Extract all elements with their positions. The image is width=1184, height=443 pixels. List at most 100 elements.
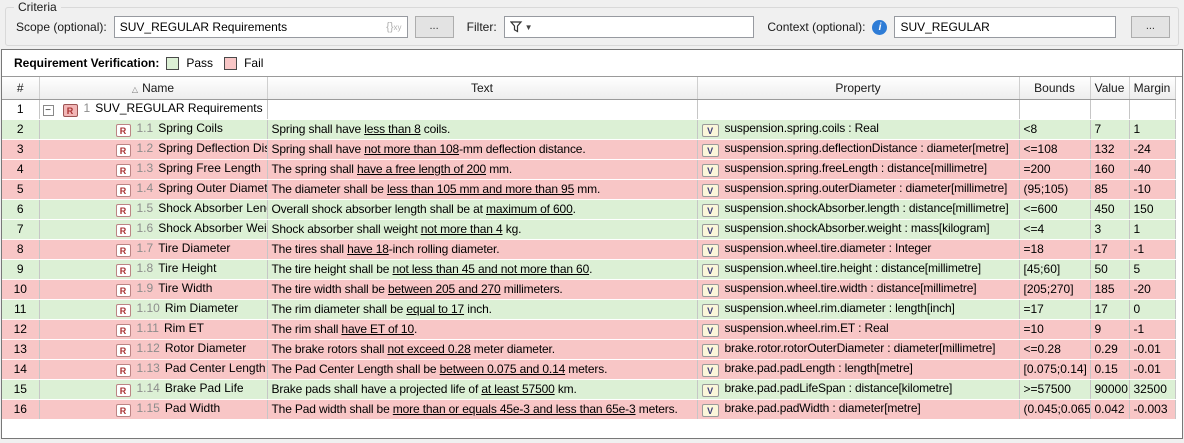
requirements-table: # △Name Text Property Bounds Value Margi… bbox=[2, 77, 1176, 420]
requirement-text: Spring shall have bbox=[272, 122, 365, 136]
requirement-text: meter diameter. bbox=[471, 342, 555, 356]
requirement-icon: R bbox=[116, 224, 131, 237]
requirement-row[interactable]: 7R1.6Shock Absorber WeightShock absorber… bbox=[2, 219, 1175, 239]
row-number: 10 bbox=[2, 279, 39, 299]
requirement-text-cell: Shock absorber shall weight not more tha… bbox=[267, 219, 697, 239]
value-cell: 90000 bbox=[1090, 379, 1129, 399]
property-path: suspension.wheel.tire.diameter : Integer bbox=[725, 241, 932, 255]
row-number: 16 bbox=[2, 399, 39, 419]
property-cell: Vsuspension.spring.outerDiameter : diame… bbox=[697, 179, 1019, 199]
requirement-row[interactable]: 6R1.5Shock Absorber LengthOverall shock … bbox=[2, 199, 1175, 219]
context-input[interactable]: SUV_REGULAR bbox=[894, 16, 1115, 38]
requirement-name-cell: R1.11Rim ET bbox=[39, 319, 267, 339]
value-cell: 450 bbox=[1090, 199, 1129, 219]
property-cell: Vsuspension.wheel.tire.height : distance… bbox=[697, 259, 1019, 279]
requirement-row[interactable]: 13R1.12Rotor DiameterThe brake rotors sh… bbox=[2, 339, 1175, 359]
property-path: brake.pad.padLength : length[metre] bbox=[725, 361, 913, 375]
column-header-bounds[interactable]: Bounds bbox=[1019, 77, 1090, 99]
requirement-text: meters. bbox=[636, 402, 678, 416]
requirement-row[interactable]: 3R1.2Spring Deflection DistanceSpring sh… bbox=[2, 139, 1175, 159]
margin-cell: -40 bbox=[1129, 159, 1175, 179]
filter-dropdown-caret-icon[interactable]: ▼ bbox=[525, 23, 533, 32]
requirement-icon: R bbox=[116, 284, 131, 297]
requirement-number: 1.7 bbox=[137, 241, 154, 255]
property-cell bbox=[697, 99, 1019, 119]
filter-input[interactable]: ▼ bbox=[504, 16, 755, 38]
requirement-name: Spring Free Length bbox=[158, 161, 261, 175]
value-cell: 132 bbox=[1090, 139, 1129, 159]
bounds-cell: =200 bbox=[1019, 159, 1090, 179]
value-property-icon: V bbox=[702, 264, 719, 277]
requirement-text-cell: The Pad Center Length shall be between 0… bbox=[267, 359, 697, 379]
property-cell: Vsuspension.wheel.tire.width : distance[… bbox=[697, 279, 1019, 299]
requirement-row[interactable]: 11R1.10Rim DiameterThe rim diameter shal… bbox=[2, 299, 1175, 319]
requirement-row[interactable]: 5R1.4Spring Outer DiameterThe diameter s… bbox=[2, 179, 1175, 199]
requirement-number: 1 bbox=[84, 101, 91, 115]
margin-cell: 150 bbox=[1129, 199, 1175, 219]
requirement-text: The tires shall bbox=[272, 242, 348, 256]
scope-input[interactable]: SUV_REGULAR Requirements {}xy bbox=[114, 16, 408, 38]
requirement-row[interactable]: 16R1.15Pad WidthThe Pad width shall be m… bbox=[2, 399, 1175, 419]
requirement-text-bounded: have ET of 10 bbox=[341, 322, 414, 336]
row-number: 2 bbox=[2, 119, 39, 139]
requirement-icon: R bbox=[116, 304, 131, 317]
verification-legend-title: Requirement Verification: bbox=[14, 56, 159, 70]
margin-cell: 0 bbox=[1129, 299, 1175, 319]
column-header-value[interactable]: Value bbox=[1090, 77, 1129, 99]
requirement-number: 1.9 bbox=[137, 281, 154, 295]
bounds-cell: (95;105) bbox=[1019, 179, 1090, 199]
collapse-icon[interactable]: − bbox=[43, 105, 54, 116]
margin-cell: -24 bbox=[1129, 139, 1175, 159]
requirement-row[interactable]: 10R1.9Tire WidthThe tire width shall be … bbox=[2, 279, 1175, 299]
row-number: 3 bbox=[2, 139, 39, 159]
requirement-row[interactable]: 8R1.7Tire DiameterThe tires shall have 1… bbox=[2, 239, 1175, 259]
bounds-cell: =17 bbox=[1019, 299, 1090, 319]
requirement-text-bounded: not more than 4 bbox=[421, 222, 503, 236]
requirement-icon: R bbox=[116, 244, 131, 257]
margin-cell: 5 bbox=[1129, 259, 1175, 279]
requirement-text-cell bbox=[267, 99, 697, 119]
requirement-name: Tire Diameter bbox=[158, 241, 230, 255]
value-property-icon: V bbox=[702, 204, 719, 217]
requirement-row[interactable]: 12R1.11Rim ETThe rim shall have ET of 10… bbox=[2, 319, 1175, 339]
requirement-row[interactable]: 2R1.1Spring CoilsSpring shall have less … bbox=[2, 119, 1175, 139]
scope-browse-button[interactable]: ... bbox=[415, 16, 454, 38]
property-cell: Vsuspension.shockAbsorber.weight : mass[… bbox=[697, 219, 1019, 239]
property-path: suspension.wheel.tire.width : distance[m… bbox=[725, 281, 977, 295]
requirement-text-bounded: not exceed 0.28 bbox=[387, 342, 470, 356]
requirement-text: millimeters. bbox=[501, 282, 563, 296]
requirement-text: The rim diameter shall be bbox=[272, 302, 407, 316]
requirement-text: . bbox=[573, 202, 576, 216]
requirement-name-cell: R1.10Rim Diameter bbox=[39, 299, 267, 319]
bounds-cell: <=108 bbox=[1019, 139, 1090, 159]
margin-cell: 1 bbox=[1129, 219, 1175, 239]
margin-cell bbox=[1129, 99, 1175, 119]
filter-funnel-icon[interactable] bbox=[510, 21, 523, 33]
requirement-row[interactable]: 4R1.3Spring Free LengthThe spring shall … bbox=[2, 159, 1175, 179]
context-browse-button[interactable]: ... bbox=[1131, 16, 1170, 38]
bounds-cell: <8 bbox=[1019, 119, 1090, 139]
row-number: 9 bbox=[2, 259, 39, 279]
column-header-name[interactable]: △Name bbox=[39, 77, 267, 99]
criteria-row: Scope (optional): SUV_REGULAR Requiremen… bbox=[16, 16, 1170, 38]
column-header-margin[interactable]: Margin bbox=[1129, 77, 1175, 99]
requirement-row[interactable]: 9R1.8Tire HeightThe tire height shall be… bbox=[2, 259, 1175, 279]
scope-label: Scope (optional): bbox=[16, 20, 107, 34]
column-header-num[interactable]: # bbox=[2, 77, 39, 99]
requirements-verification-window: Criteria Scope (optional): SUV_REGULAR R… bbox=[0, 7, 1184, 439]
column-header-text[interactable]: Text bbox=[267, 77, 697, 99]
requirement-name-cell: R1.4Spring Outer Diameter bbox=[39, 179, 267, 199]
property-path: suspension.spring.coils : Real bbox=[725, 121, 879, 135]
fail-label: Fail bbox=[244, 56, 263, 70]
requirement-row[interactable]: 15R1.14Brake Pad LifeBrake pads shall ha… bbox=[2, 379, 1175, 399]
bounds-cell: <=4 bbox=[1019, 219, 1090, 239]
requirement-row[interactable]: 14R1.13Pad Center LengthThe Pad Center L… bbox=[2, 359, 1175, 379]
requirement-icon: R bbox=[63, 104, 78, 117]
requirement-icon: R bbox=[116, 264, 131, 277]
requirement-row[interactable]: 1−R1SUV_REGULAR Requirements bbox=[2, 99, 1175, 119]
requirement-text: km. bbox=[555, 382, 577, 396]
requirement-text-cell: Spring shall have less than 8 coils. bbox=[267, 119, 697, 139]
table-header-row: # △Name Text Property Bounds Value Margi… bbox=[2, 77, 1175, 99]
requirement-number: 1.14 bbox=[137, 381, 160, 395]
column-header-property[interactable]: Property bbox=[697, 77, 1019, 99]
